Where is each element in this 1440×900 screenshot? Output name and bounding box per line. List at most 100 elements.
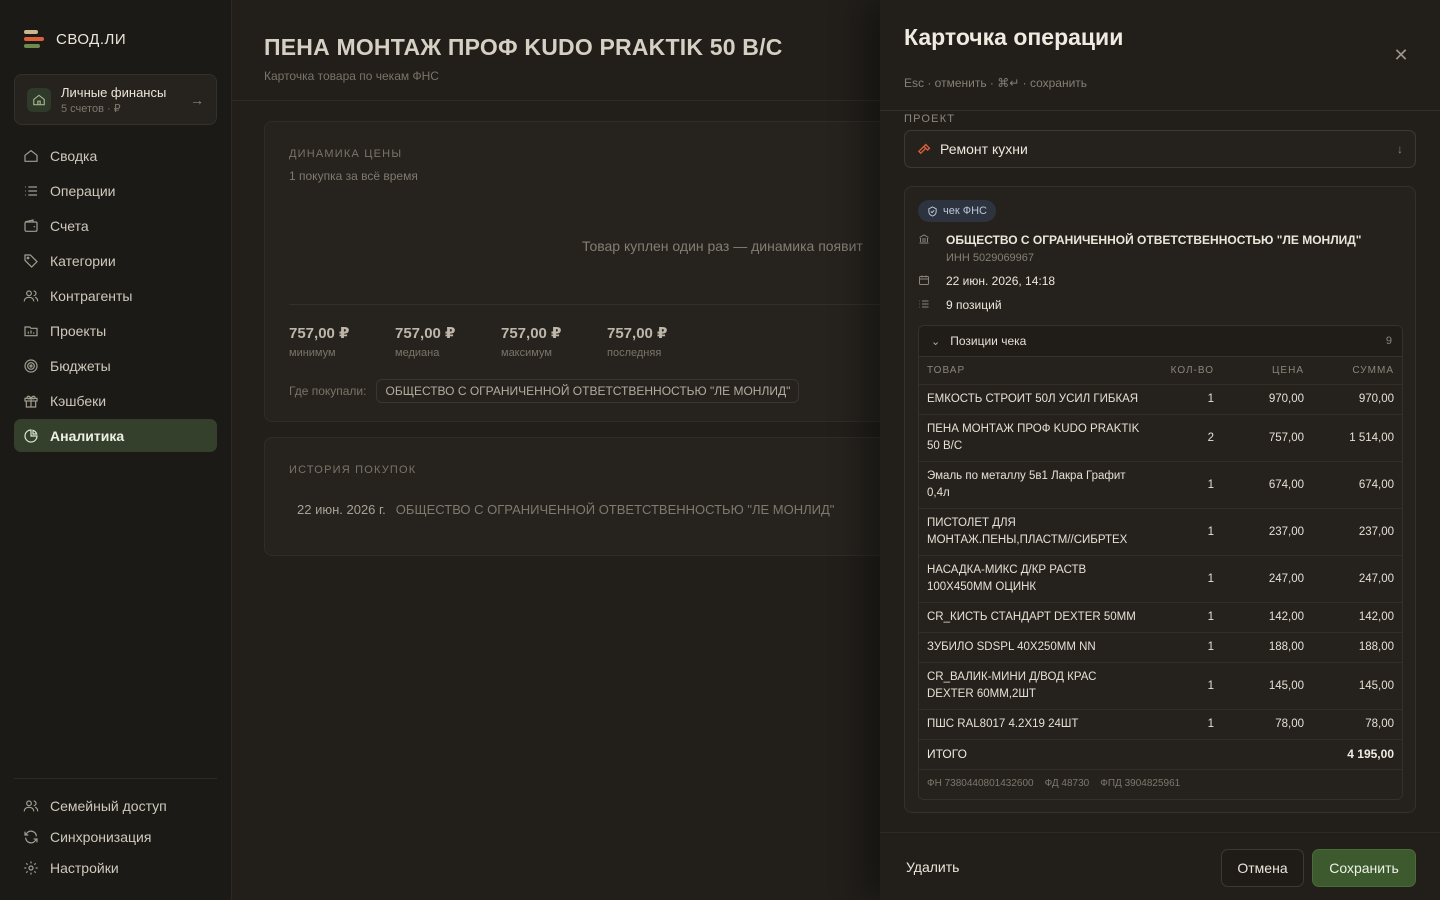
- nav-item-analytics[interactable]: Аналитика: [14, 419, 217, 452]
- account-sub: 5 счетов · ₽: [61, 102, 121, 115]
- item-sum: 247,00: [1312, 554, 1402, 602]
- nav-item-family-access[interactable]: Семейный доступ: [14, 791, 217, 820]
- app-name: СВОД.ЛИ: [56, 30, 127, 48]
- item-price: 247,00: [1222, 554, 1312, 602]
- item-qty: 1: [1154, 554, 1222, 602]
- nav-item-label: Синхронизация: [50, 828, 152, 845]
- item-sum: 237,00: [1312, 507, 1402, 555]
- purchase-history-card: ИСТОРИЯ ПОКУПОК 22 июн. 2026 г. ОБЩЕСТВО…: [264, 437, 880, 556]
- shield-icon: [928, 205, 937, 217]
- nav-item-label: Кэшбеки: [50, 392, 107, 409]
- table-row[interactable]: ЕМКОСТЬ СТРОИТ 50Л УСИЛ ГИБКАЯ 1 970,00 …: [919, 383, 1402, 414]
- price-dynamics-card: ДИНАМИКА ЦЕНЫ 1 покупка за всё время Тов…: [264, 121, 880, 422]
- stat-last: 757,00 ₽ последняя: [607, 324, 713, 359]
- nav-item-label: Сводка: [50, 147, 98, 164]
- receipt-items-table: ТОВАР КОЛ-ВО ЦЕНА СУММА ЕМКОСТЬ СТРОИТ 5…: [919, 357, 1402, 769]
- nav-item-projects[interactable]: Проекты: [14, 314, 217, 347]
- purchase-history-label: ИСТОРИЯ ПОКУПОК: [289, 464, 417, 476]
- nav-item-counterparties[interactable]: Контрагенты: [14, 279, 217, 312]
- stat-label: минимум: [289, 347, 336, 359]
- stat-label: максимум: [501, 347, 552, 359]
- table-row[interactable]: CR_КИСТЬ СТАНДАРТ DEXTER 50ММ 1 142,00 1…: [919, 601, 1402, 632]
- product-page: ПЕНА МОНТАЖ ПРОФ KUDO PRAKTIK 50 В/С Кар…: [232, 0, 880, 900]
- stat-value: 757,00 ₽: [289, 325, 350, 342]
- receipt-items-toggle[interactable]: ⌄ Позиции чека 9: [919, 326, 1402, 357]
- total-row: ИТОГО 4 195,00: [919, 738, 1402, 769]
- item-qty: 1: [1154, 383, 1222, 414]
- receipt-items: ⌄ Позиции чека 9 ТОВАР КОЛ-ВО ЦЕНА СУММА…: [918, 325, 1403, 800]
- item-qty: 1: [1154, 601, 1222, 632]
- column-header-price: ЦЕНА: [1272, 364, 1304, 376]
- divider: [289, 304, 880, 305]
- users-icon: [23, 799, 39, 811]
- drawer-title: Карточка операции: [904, 24, 1124, 50]
- nav-item-label: Категории: [50, 252, 116, 269]
- gift-icon: [24, 395, 38, 408]
- item-qty: 1: [1154, 460, 1222, 508]
- table-row[interactable]: НАСАДКА-МИКС Д/КР РАСТВ 100Х450ММ ОЦИНК …: [919, 554, 1402, 602]
- price-dynamics-label: ДИНАМИКА ЦЕНЫ: [289, 148, 403, 160]
- close-icon[interactable]: ✕: [1392, 46, 1410, 64]
- table-row[interactable]: Эмаль по металлу 5в1 Лакра Графит 0,4л 1…: [919, 460, 1402, 508]
- table-row[interactable]: ЗУБИЛО SDSPL 40Х250ММ NN 1 188,00 188,00: [919, 631, 1402, 662]
- nav-item-budgets[interactable]: Бюджеты: [14, 349, 217, 382]
- hammer-icon: [917, 143, 931, 154]
- nav-item-cashbacks[interactable]: Кэшбеки: [14, 384, 217, 417]
- nav-item-sync[interactable]: Синхронизация: [14, 822, 217, 851]
- history-row[interactable]: 22 июн. 2026 г. ОБЩЕСТВО С ОГРАНИЧЕННОЙ …: [289, 502, 879, 517]
- delete-button[interactable]: Удалить: [906, 859, 959, 875]
- item-qty: 1: [1154, 661, 1222, 709]
- nav-item-operations[interactable]: Операции: [14, 174, 217, 207]
- vendor-chip[interactable]: ОБЩЕСТВО С ОГРАНИЧЕННОЙ ОТВЕТСТВЕННОСТЬЮ…: [376, 379, 800, 403]
- stat-label: последняя: [607, 347, 662, 359]
- stat-value: 757,00 ₽: [607, 325, 668, 342]
- nav-item-label: Контрагенты: [50, 287, 133, 304]
- nav-item-accounts[interactable]: Счета: [14, 209, 217, 242]
- price-stats: 757,00 ₽ минимум 757,00 ₽ медиана 757,00…: [289, 324, 713, 359]
- account-switcher[interactable]: Личные финансы 5 счетов · ₽ →: [14, 74, 217, 125]
- stat-value: 757,00 ₽: [501, 325, 562, 342]
- nav-item-categories[interactable]: Категории: [14, 244, 217, 277]
- nav-item-settings[interactable]: Настройки: [14, 853, 217, 882]
- table-row[interactable]: CR_ВАЛИК-МИНИ Д/ВОД КРАС DEXTER 60ММ,2ШТ…: [919, 661, 1402, 709]
- item-sum: 674,00: [1312, 460, 1402, 508]
- arrow-right-icon: →: [190, 91, 204, 108]
- item-price: 78,00: [1222, 708, 1312, 739]
- positions-count: 9 позиций: [946, 298, 1002, 312]
- badge-label: чек ФНС: [943, 205, 987, 217]
- fiscal-fn: ФН 7380440801432600: [927, 777, 1034, 789]
- table-row[interactable]: ПЕНА МОНТАЖ ПРОФ KUDO PRAKTIK 50 В/С 2 7…: [919, 413, 1402, 461]
- nav-item-label: Аналитика: [50, 427, 125, 444]
- stat-median: 757,00 ₽ медиана: [395, 324, 501, 359]
- item-name: НАСАДКА-МИКС Д/КР РАСТВ 100Х450ММ ОЦИНК: [919, 554, 1154, 602]
- item-name: CR_ВАЛИК-МИНИ Д/ВОД КРАС DEXTER 60ММ,2ШТ: [919, 661, 1154, 709]
- logo-icon: [24, 30, 46, 48]
- item-sum: 78,00: [1312, 708, 1402, 739]
- stat-min: 757,00 ₽ минимум: [289, 324, 395, 359]
- project-select[interactable]: Ремонт кухни ↓: [904, 130, 1416, 168]
- fiscal-data: ФН 7380440801432600 ФД 48730 ФПД 3904825…: [919, 769, 1402, 796]
- project-value: Ремонт кухни: [940, 141, 1028, 157]
- nav-item-summary[interactable]: Сводка: [14, 139, 217, 172]
- nav-item-label: Операции: [50, 182, 116, 199]
- app-logo[interactable]: СВОД.ЛИ: [24, 30, 126, 48]
- tag-icon: [24, 253, 38, 268]
- sidebar: СВОД.ЛИ Личные финансы 5 счетов · ₽ → Св…: [0, 0, 232, 900]
- item-qty: 1: [1154, 631, 1222, 662]
- item-name: CR_КИСТЬ СТАНДАРТ DEXTER 50ММ: [919, 601, 1154, 632]
- nav-item-label: Проекты: [50, 322, 107, 339]
- home-icon: [24, 149, 38, 162]
- drawer-footer: Удалить Отмена Сохранить: [880, 832, 1440, 900]
- table-header: ТОВАР КОЛ-ВО ЦЕНА СУММА: [919, 357, 1402, 384]
- page-header: ПЕНА МОНТАЖ ПРОФ KUDO PRAKTIK 50 В/С Кар…: [232, 0, 880, 101]
- receipt-items-count: 9: [1385, 335, 1392, 347]
- cancel-button[interactable]: Отмена: [1221, 849, 1304, 887]
- table-row[interactable]: ПИСТОЛЕТ ДЛЯ МОНТАЖ.ПЕНЫ,ПЛАСТМ//СИБРТЕХ…: [919, 507, 1402, 555]
- vendor-inn: ИНН 5029069967: [946, 252, 1035, 264]
- item-name: ПЕНА МОНТАЖ ПРОФ KUDO PRAKTIK 50 В/С: [919, 413, 1154, 461]
- table-row[interactable]: ПШС RAL8017 4.2Х19 24ШТ 1 78,00 78,00: [919, 708, 1402, 739]
- save-button[interactable]: Сохранить: [1312, 849, 1416, 887]
- list-icon: [918, 298, 931, 314]
- history-vendor: ОБЩЕСТВО С ОГРАНИЧЕННОЙ ОТВЕТСТВЕННОСТЬЮ…: [395, 502, 835, 517]
- item-price: 145,00: [1222, 661, 1312, 709]
